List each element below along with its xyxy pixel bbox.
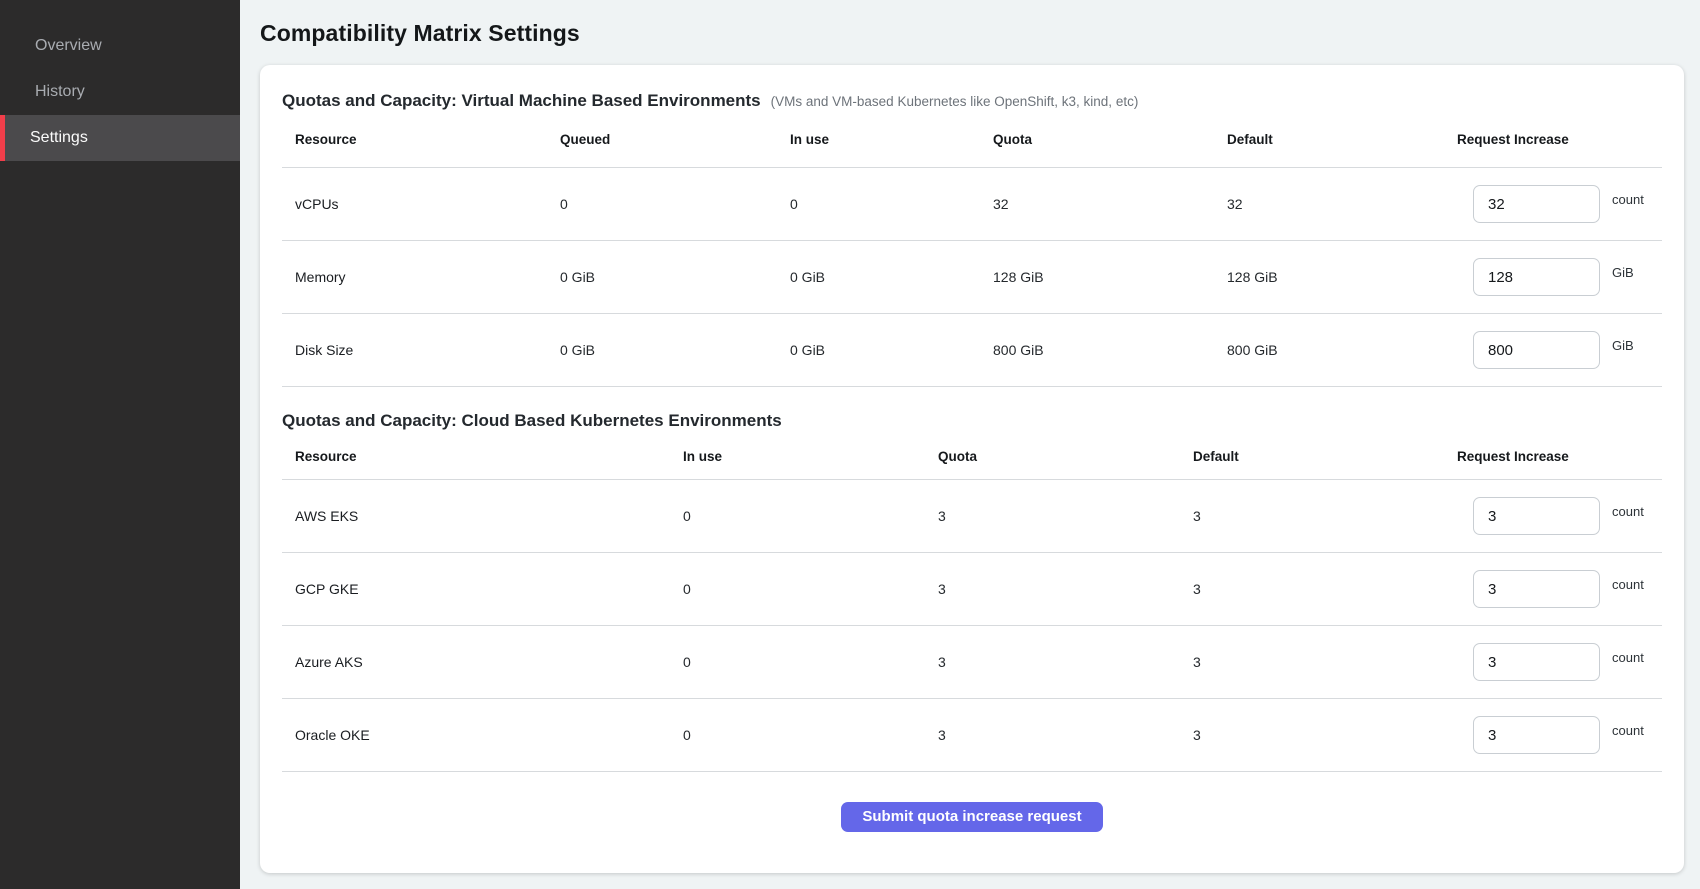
azure-aks-in-use-value: 0 [683, 654, 938, 670]
cloud-section-title: Quotas and Capacity: Cloud Based Kuberne… [282, 411, 782, 431]
cloud-col-quota: Quota [938, 449, 1193, 464]
vcpus-unit-label: count [1612, 192, 1644, 207]
memory-resource-label: Memory [295, 269, 560, 285]
vm-section-subtitle: (VMs and VM-based Kubernetes like OpenSh… [771, 94, 1139, 109]
sidebar-item-settings-label: Settings [30, 129, 88, 147]
azure-aks-request-cell: count [1457, 643, 1662, 681]
cloud-quota-table: Resource In use Quota Default Request In… [282, 433, 1662, 772]
oracle-oke-default-value: 3 [1193, 727, 1457, 743]
vm-col-request-increase: Request Increase [1457, 132, 1662, 147]
cloud-col-resource: Resource [295, 449, 683, 464]
memory-unit-label: GiB [1612, 265, 1634, 280]
cloud-table-header-row: Resource In use Quota Default Request In… [282, 433, 1662, 479]
cloud-col-default: Default [1193, 449, 1457, 464]
oracle-oke-unit-label: count [1612, 723, 1644, 738]
memory-default-value: 128 GiB [1227, 269, 1457, 285]
disk-queued-value: 0 GiB [560, 342, 790, 358]
azure-aks-default-value: 3 [1193, 654, 1457, 670]
sidebar-item-overview[interactable]: Overview [0, 23, 240, 69]
table-row-vcpus: vCPUs 0 0 32 32 count [282, 167, 1662, 240]
vm-col-default: Default [1227, 132, 1457, 147]
azure-aks-unit-label: count [1612, 650, 1644, 665]
memory-request-input[interactable] [1473, 258, 1600, 296]
vm-quota-table: Resource Queued In use Quota Default Req… [282, 111, 1662, 387]
vcpus-default-value: 32 [1227, 196, 1457, 212]
aws-eks-request-input[interactable] [1473, 497, 1600, 535]
table-row-memory: Memory 0 GiB 0 GiB 128 GiB 128 GiB GiB [282, 240, 1662, 313]
disk-request-input[interactable] [1473, 331, 1600, 369]
aws-eks-resource-label: AWS EKS [295, 508, 683, 524]
memory-in-use-value: 0 GiB [790, 269, 993, 285]
disk-unit-label: GiB [1612, 338, 1634, 353]
disk-resource-label: Disk Size [295, 342, 560, 358]
aws-eks-default-value: 3 [1193, 508, 1457, 524]
oracle-oke-quota-value: 3 [938, 727, 1193, 743]
card-footer: Submit quota increase request [282, 802, 1662, 832]
aws-eks-in-use-value: 0 [683, 508, 938, 524]
memory-queued-value: 0 GiB [560, 269, 790, 285]
oracle-oke-request-cell: count [1457, 716, 1662, 754]
azure-aks-resource-label: Azure AKS [295, 654, 683, 670]
vm-col-resource: Resource [295, 132, 560, 147]
vm-table-bottom-divider [282, 386, 1662, 387]
gcp-gke-resource-label: GCP GKE [295, 581, 683, 597]
vcpus-request-cell: count [1457, 185, 1662, 223]
memory-quota-value: 128 GiB [993, 269, 1227, 285]
sidebar-item-settings[interactable]: Settings [0, 115, 240, 161]
main-content: Compatibility Matrix Settings Quotas and… [240, 0, 1700, 889]
table-row-gcp-gke: GCP GKE 0 3 3 count [282, 552, 1662, 625]
cloud-section-header: Quotas and Capacity: Cloud Based Kuberne… [282, 411, 1662, 431]
gcp-gke-default-value: 3 [1193, 581, 1457, 597]
memory-request-cell: GiB [1457, 258, 1662, 296]
gcp-gke-request-cell: count [1457, 570, 1662, 608]
sidebar-item-overview-label: Overview [35, 37, 102, 55]
vcpus-quota-value: 32 [993, 196, 1227, 212]
oracle-oke-resource-label: Oracle OKE [295, 727, 683, 743]
cloud-col-request-increase: Request Increase [1457, 449, 1662, 464]
gcp-gke-unit-label: count [1612, 577, 1644, 592]
page-title: Compatibility Matrix Settings [260, 20, 1684, 47]
sidebar: Overview History Settings [0, 0, 240, 889]
disk-quota-value: 800 GiB [993, 342, 1227, 358]
settings-card: Quotas and Capacity: Virtual Machine Bas… [260, 65, 1684, 873]
table-row-azure-aks: Azure AKS 0 3 3 count [282, 625, 1662, 698]
sidebar-item-history-label: History [35, 83, 85, 101]
table-row-aws-eks: AWS EKS 0 3 3 count [282, 479, 1662, 552]
gcp-gke-in-use-value: 0 [683, 581, 938, 597]
sidebar-item-history[interactable]: History [0, 69, 240, 115]
aws-eks-request-cell: count [1457, 497, 1662, 535]
disk-request-cell: GiB [1457, 331, 1662, 369]
vm-section-title: Quotas and Capacity: Virtual Machine Bas… [282, 91, 761, 111]
table-row-disk-size: Disk Size 0 GiB 0 GiB 800 GiB 800 GiB Gi… [282, 313, 1662, 386]
disk-default-value: 800 GiB [1227, 342, 1457, 358]
vm-col-queued: Queued [560, 132, 790, 147]
aws-eks-unit-label: count [1612, 504, 1644, 519]
vm-col-in-use: In use [790, 132, 993, 147]
vm-section-header: Quotas and Capacity: Virtual Machine Bas… [282, 91, 1662, 111]
vcpus-queued-value: 0 [560, 196, 790, 212]
oracle-oke-request-input[interactable] [1473, 716, 1600, 754]
vcpus-request-input[interactable] [1473, 185, 1600, 223]
gcp-gke-quota-value: 3 [938, 581, 1193, 597]
gcp-gke-request-input[interactable] [1473, 570, 1600, 608]
azure-aks-request-input[interactable] [1473, 643, 1600, 681]
vm-table-header-row: Resource Queued In use Quota Default Req… [282, 111, 1662, 167]
vcpus-resource-label: vCPUs [295, 196, 560, 212]
cloud-table-bottom-divider [282, 771, 1662, 772]
aws-eks-quota-value: 3 [938, 508, 1193, 524]
vcpus-in-use-value: 0 [790, 196, 993, 212]
oracle-oke-in-use-value: 0 [683, 727, 938, 743]
azure-aks-quota-value: 3 [938, 654, 1193, 670]
cloud-col-in-use: In use [683, 449, 938, 464]
table-row-oracle-oke: Oracle OKE 0 3 3 count [282, 698, 1662, 771]
vm-col-quota: Quota [993, 132, 1227, 147]
disk-in-use-value: 0 GiB [790, 342, 993, 358]
submit-quota-request-button[interactable]: Submit quota increase request [841, 802, 1102, 832]
